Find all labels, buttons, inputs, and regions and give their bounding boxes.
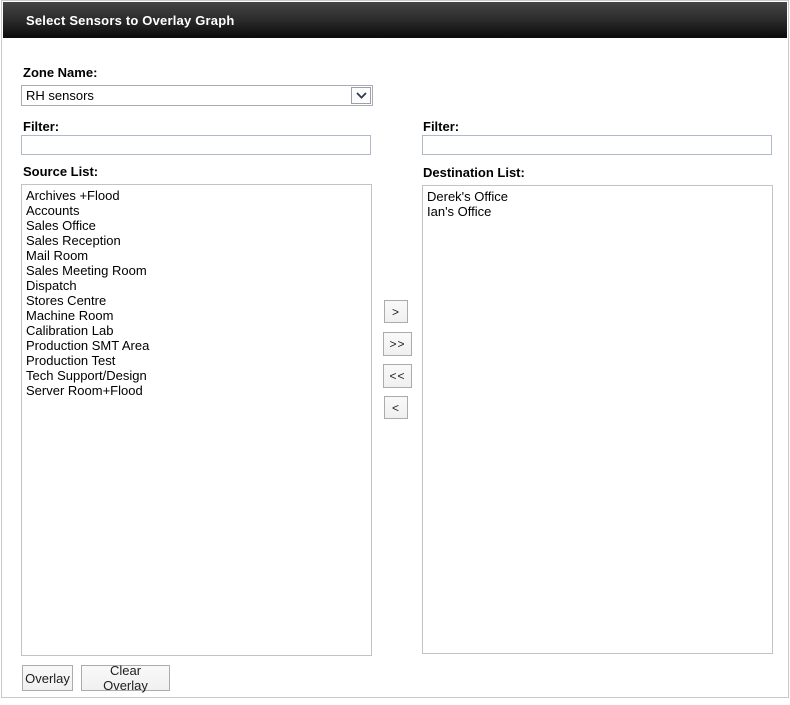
chevron-down-icon[interactable] [351, 87, 371, 104]
list-item[interactable]: Stores Centre [22, 293, 371, 308]
list-item[interactable]: Tech Support/Design [22, 368, 371, 383]
list-item[interactable]: Archives +Flood [22, 188, 371, 203]
overlay-dialog: Select Sensors to Overlay Graph Zone Nam… [1, 0, 789, 698]
list-item[interactable]: Accounts [22, 203, 371, 218]
dialog-titlebar: Select Sensors to Overlay Graph [3, 2, 787, 38]
list-item[interactable]: Sales Reception [22, 233, 371, 248]
source-list[interactable]: Archives +FloodAccountsSales OfficeSales… [21, 184, 372, 656]
move-all-left-button[interactable]: << [383, 364, 412, 388]
move-right-button[interactable]: > [384, 300, 408, 323]
clear-overlay-button[interactable]: Clear Overlay [81, 665, 170, 691]
source-filter-label: Filter: [23, 119, 59, 134]
overlay-button[interactable]: Overlay [22, 665, 73, 691]
list-item[interactable]: Production SMT Area [22, 338, 371, 353]
list-item[interactable]: Calibration Lab [22, 323, 371, 338]
list-item[interactable]: Server Room+Flood [22, 383, 371, 398]
list-item[interactable]: Derek's Office [423, 189, 772, 204]
source-filter-input[interactable] [21, 135, 371, 155]
zone-name-selected-value: RH sensors [26, 86, 94, 105]
list-item[interactable]: Sales Office [22, 218, 371, 233]
list-item[interactable]: Machine Room [22, 308, 371, 323]
destination-filter-input[interactable] [422, 135, 772, 155]
list-item[interactable]: Mail Room [22, 248, 371, 263]
destination-list[interactable]: Derek's OfficeIan's Office [422, 185, 773, 654]
zone-name-select[interactable]: RH sensors [21, 85, 373, 106]
move-all-right-button[interactable]: >> [383, 332, 412, 356]
list-item[interactable]: Dispatch [22, 278, 371, 293]
list-item[interactable]: Ian's Office [423, 204, 772, 219]
zone-name-label: Zone Name: [23, 65, 97, 80]
list-item[interactable]: Production Test [22, 353, 371, 368]
list-item[interactable]: Sales Meeting Room [22, 263, 371, 278]
move-left-button[interactable]: < [384, 396, 408, 419]
dialog-title: Select Sensors to Overlay Graph [26, 13, 235, 28]
source-list-label: Source List: [23, 164, 98, 179]
destination-filter-label: Filter: [423, 119, 459, 134]
destination-list-label: Destination List: [423, 165, 525, 180]
